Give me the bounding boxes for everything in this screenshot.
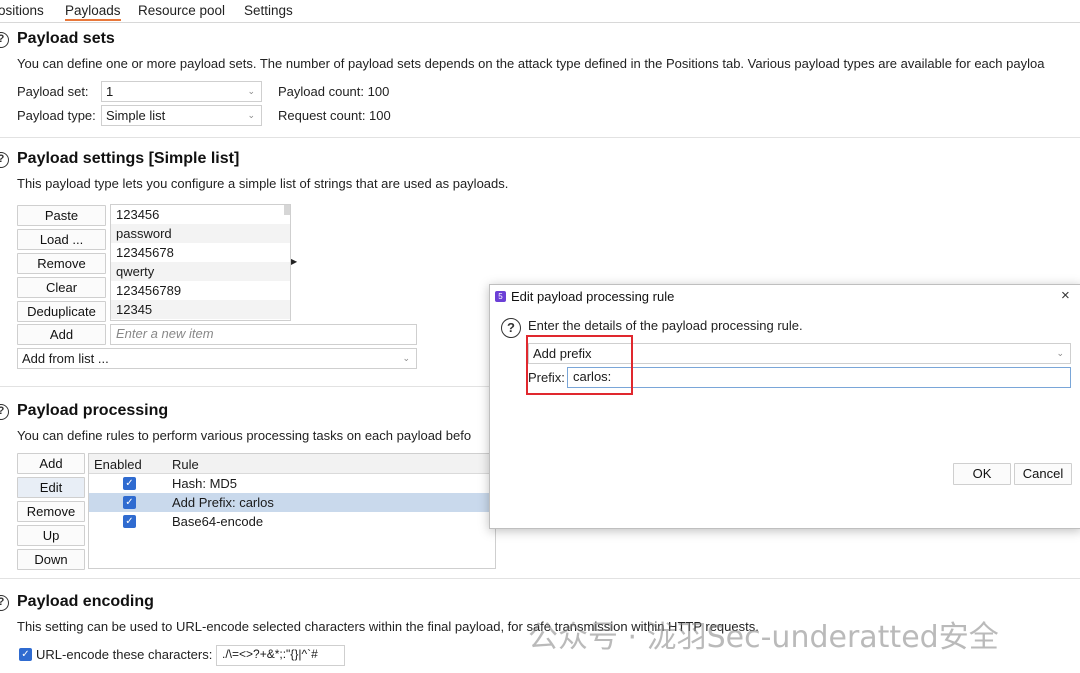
close-icon[interactable]: × [1061,287,1070,304]
add-from-list-label: Add from list ... [22,351,109,366]
list-item[interactable]: 12345 [111,300,290,319]
list-item[interactable]: 123456 [111,205,290,224]
help-icon[interactable]: ? [501,318,521,338]
rule-text: Hash: MD5 [172,476,238,491]
table-row[interactable]: ✓ Hash: MD5 [89,474,495,493]
checkbox-enabled[interactable]: ✓ [123,515,136,528]
deduplicate-button[interactable]: Deduplicate [17,301,106,322]
tab-resource-pool[interactable]: Resource pool [138,3,225,18]
list-item[interactable]: 12345678 [111,243,290,262]
checkbox-enabled[interactable]: ✓ [123,496,136,509]
remove-button[interactable]: Remove [17,253,106,274]
payload-processing-description: You can define rules to perform various … [17,428,472,443]
tab-bar: ositions Payloads Resource pool Settings [0,0,1080,23]
new-item-input[interactable]: Enter a new item [110,324,417,345]
list-item[interactable]: qwerty [111,262,290,281]
expand-arrow-icon[interactable]: ▶ [291,257,297,266]
section-title-payload-sets: Payload sets [17,30,115,47]
section-title-payload-encoding: Payload encoding [17,593,154,610]
section-title-payload-settings: Payload settings [Simple list] [17,150,240,167]
prefix-input[interactable]: carlos: [567,367,1071,388]
chevron-down-icon: ⌄ [1056,348,1064,358]
load-button[interactable]: Load ... [17,229,106,250]
help-icon[interactable]: ? [0,595,9,611]
highlight-box [526,335,633,395]
add-item-button[interactable]: Add [17,324,106,345]
payload-list[interactable]: 123456 password 12345678 qwerty 12345678… [110,204,291,321]
payload-type-value: Simple list [106,108,166,123]
payload-type-select[interactable]: Simple list ⌄ [101,105,262,126]
divider [0,578,1080,579]
chevron-down-icon: ⌄ [402,353,410,363]
app-logo-icon: 5 [495,291,506,302]
add-rule-button[interactable]: Add [17,453,85,474]
table-row[interactable]: ✓ Add Prefix: carlos [89,493,495,512]
scrollbar[interactable] [284,205,290,215]
rule-text: Base64-encode [172,514,264,529]
tab-settings[interactable]: Settings [244,3,293,18]
dialog-prompt: Enter the details of the payload process… [528,318,803,333]
edit-rule-dialog: 5 Edit payload processing rule × ? Enter… [489,284,1080,529]
up-button[interactable]: Up [17,525,85,546]
url-encode-label: URL-encode these characters: [36,647,213,662]
rule-text: Add Prefix: carlos [172,495,274,510]
column-enabled[interactable]: Enabled [94,457,142,472]
paste-button[interactable]: Paste [17,205,106,226]
payload-type-label: Payload type: [17,108,96,123]
cancel-button[interactable]: Cancel [1014,463,1072,485]
checkbox-enabled[interactable]: ✓ [123,477,136,490]
add-from-list-select[interactable]: Add from list ... ⌄ [17,348,417,369]
tab-positions[interactable]: ositions [0,3,44,18]
clear-button[interactable]: Clear [17,277,106,298]
dialog-title: Edit payload processing rule [511,289,675,304]
edit-rule-button[interactable]: Edit [17,477,85,498]
chevron-down-icon: ⌄ [247,86,255,96]
tab-payloads[interactable]: Payloads [65,3,121,21]
down-button[interactable]: Down [17,549,85,570]
section-title-payload-processing: Payload processing [17,402,169,419]
help-icon[interactable]: ? [0,32,9,48]
url-encode-checkbox[interactable]: ✓ [19,648,32,661]
help-icon[interactable]: ? [0,404,9,420]
watermark: 公众号 · 泷羽Sec-underatted安全 [528,620,999,655]
request-count: Request count: 100 [278,108,391,123]
help-icon[interactable]: ? [0,152,9,168]
list-item[interactable]: 123456789 [111,281,290,300]
table-header: Enabled Rule [89,454,495,474]
encode-characters-input[interactable]: ./\=<>?+&*;:"{}|^`# [216,645,345,666]
divider [0,137,1080,138]
table-row[interactable]: ✓ Base64-encode [89,512,495,531]
payload-set-select[interactable]: 1 ⌄ [101,81,262,102]
payload-sets-description: You can define one or more payload sets.… [17,56,1045,71]
payload-set-label: Payload set: [17,84,89,99]
payload-set-value: 1 [106,84,114,99]
remove-rule-button[interactable]: Remove [17,501,85,522]
divider [0,386,489,387]
ok-button[interactable]: OK [953,463,1011,485]
rules-table[interactable]: Enabled Rule ✓ Hash: MD5 ✓ Add Prefix: c… [88,453,496,569]
chevron-down-icon: ⌄ [247,110,255,120]
column-rule[interactable]: Rule [172,457,199,472]
payload-count: Payload count: 100 [278,84,390,99]
payload-settings-description: This payload type lets you configure a s… [17,176,509,191]
list-item[interactable]: password [111,224,290,243]
